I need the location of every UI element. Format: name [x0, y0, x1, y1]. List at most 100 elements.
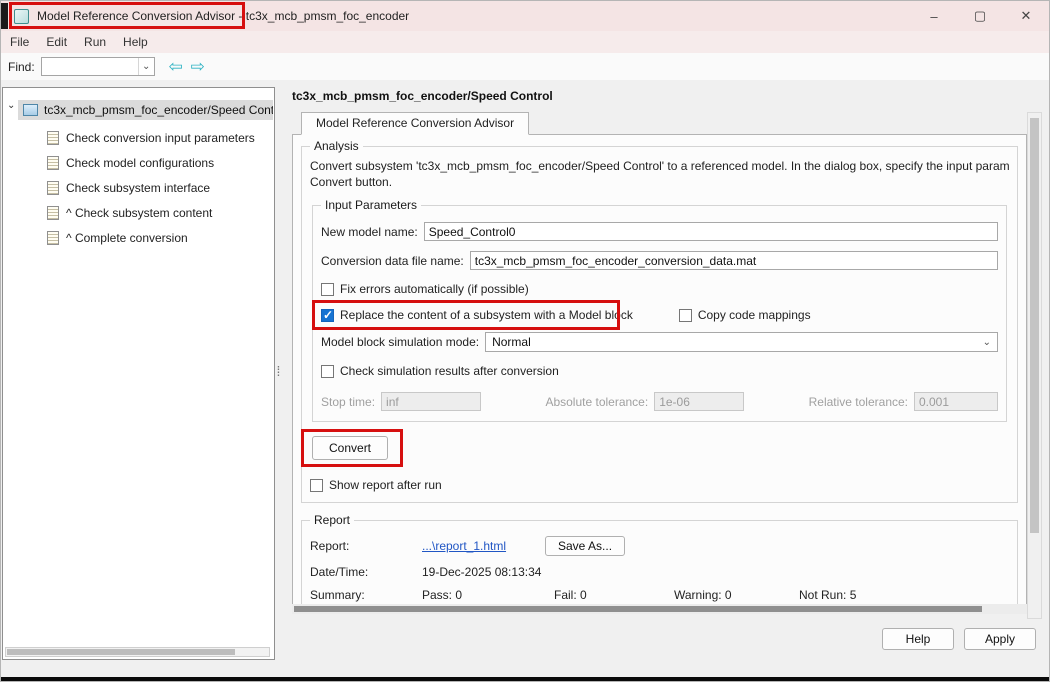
datetime-label: Date/Time: — [310, 565, 422, 579]
panel-splitter[interactable]: ⁞ — [275, 79, 281, 661]
find-label: Find: — [8, 60, 35, 74]
fix-errors-label: Fix errors automatically (if possible) — [340, 282, 529, 296]
tab-model-reference-conversion-advisor[interactable]: Model Reference Conversion Advisor — [301, 112, 529, 135]
chevron-down-icon: ⌄ — [983, 337, 991, 348]
tree-item-check-subsystem-content[interactable]: ^ Check subsystem content — [47, 203, 212, 223]
check-report-icon — [47, 231, 59, 245]
close-button[interactable]: ✕ — [1003, 1, 1049, 31]
arrow-right-icon: ⇨ — [191, 57, 205, 77]
check-report-icon — [47, 131, 59, 145]
replace-content-label: Replace the content of a subsystem with … — [340, 308, 633, 322]
find-input[interactable] — [42, 60, 138, 74]
footer-buttons: Help Apply — [882, 628, 1036, 650]
content-horizontal-scrollbar[interactable] — [292, 604, 1027, 614]
content-vertical-scrollbar-thumb[interactable] — [1030, 118, 1039, 533]
fix-errors-checkbox[interactable] — [321, 283, 334, 296]
summary-not-run: Not Run: 5 — [799, 588, 856, 602]
report-group-label: Report — [310, 513, 354, 527]
menubar: File Edit Run Help — [1, 31, 1049, 53]
convert-button[interactable]: Convert — [312, 436, 388, 460]
description-line-2: Convert button. — [310, 174, 1009, 190]
tree-expander-icon[interactable]: ⌄ — [7, 101, 15, 111]
check-report-icon — [47, 206, 59, 220]
check-sim-results-checkbox[interactable] — [321, 365, 334, 378]
tree-item-label: ^ Check subsystem content — [66, 206, 212, 220]
menu-file[interactable]: File — [10, 35, 29, 49]
screen-edge-artifact-bottom — [1, 677, 1049, 682]
arrow-left-icon: ⇦ — [169, 57, 183, 77]
summary-fail: Fail: 0 — [554, 588, 674, 602]
save-as-button[interactable]: Save As... — [545, 536, 625, 556]
stop-time-label: Stop time: — [321, 395, 375, 409]
model-icon — [23, 104, 38, 116]
tree-item-check-model-configurations[interactable]: Check model configurations — [47, 153, 214, 173]
show-report-checkbox[interactable] — [310, 479, 323, 492]
check-tree-panel: ⌄ tc3x_mcb_pmsm_foc_encoder/Speed Contro… — [2, 87, 275, 660]
tree-horizontal-scrollbar[interactable] — [5, 647, 270, 657]
new-model-name-field[interactable] — [424, 222, 998, 241]
tree-item-label: Check subsystem interface — [66, 181, 210, 195]
absolute-tolerance-group: Absolute tolerance: — [545, 392, 744, 411]
tree-item-label: Check conversion input parameters — [66, 131, 255, 145]
apply-button[interactable]: Apply — [964, 628, 1036, 650]
analysis-description: Convert subsystem 'tc3x_mcb_pmsm_foc_enc… — [310, 158, 1009, 190]
summary-pass: Pass: 0 — [422, 588, 554, 602]
content-horizontal-scrollbar-thumb[interactable] — [294, 606, 982, 612]
menu-run[interactable]: Run — [84, 35, 106, 49]
screen-edge-artifact-left — [1, 3, 8, 29]
copy-code-mappings-label: Copy code mappings — [698, 308, 811, 322]
window-title: Model Reference Conversion Advisor - tc3… — [37, 9, 409, 23]
report-link[interactable]: ...\report_1.html — [422, 539, 506, 553]
check-report-icon — [47, 156, 59, 170]
tree-horizontal-scrollbar-thumb[interactable] — [7, 649, 235, 655]
menu-edit[interactable]: Edit — [46, 35, 67, 49]
analysis-group: Analysis Convert subsystem 'tc3x_mcb_pms… — [301, 139, 1018, 503]
summary-warning: Warning: 0 — [674, 588, 799, 602]
maximize-button[interactable]: ▢ — [957, 1, 1003, 31]
replace-content-checkbox[interactable] — [321, 309, 334, 322]
page-title: tc3x_mcb_pmsm_foc_encoder/Speed Control — [292, 89, 553, 103]
relative-tolerance-group: Relative tolerance: — [809, 392, 998, 411]
chevron-down-icon[interactable]: ⌄ — [138, 58, 154, 75]
tree-item-check-conversion-input-parameters[interactable]: Check conversion input parameters — [47, 128, 255, 148]
input-parameters-group: Input Parameters New model name: Convers… — [312, 198, 1007, 422]
content-vertical-scrollbar[interactable] — [1027, 112, 1042, 619]
absolute-tolerance-field — [654, 392, 744, 411]
help-button[interactable]: Help — [882, 628, 954, 650]
sim-mode-label: Model block simulation mode: — [321, 335, 479, 349]
advisor-window: Model Reference Conversion Advisor - tc3… — [0, 0, 1050, 682]
conversion-data-file-field[interactable] — [470, 251, 998, 270]
menu-help[interactable]: Help — [123, 35, 148, 49]
minimize-button[interactable]: – — [911, 1, 957, 31]
tree-root-label: tc3x_mcb_pmsm_foc_encoder/Speed Control — [44, 103, 273, 117]
tree-item-complete-conversion[interactable]: ^ Complete conversion — [47, 228, 188, 248]
app-icon — [14, 9, 29, 24]
splitter-handle-icon: ⁞ — [277, 363, 280, 379]
datetime-value: 19-Dec-2025 08:13:34 — [422, 565, 541, 579]
tree-root-item[interactable]: tc3x_mcb_pmsm_foc_encoder/Speed Control — [18, 100, 273, 120]
report-label: Report: — [310, 539, 422, 553]
find-combobox[interactable]: ⌄ — [41, 57, 155, 76]
new-model-name-label: New model name: — [321, 225, 418, 239]
copy-code-mappings-group: Copy code mappings — [679, 308, 811, 322]
findbar: Find: ⌄ ⇦ ⇨ — [1, 53, 1049, 80]
tree-item-label: Check model configurations — [66, 156, 214, 170]
window-controls: – ▢ ✕ — [911, 1, 1049, 31]
description-line-1: Convert subsystem 'tc3x_mcb_pmsm_foc_enc… — [310, 158, 1009, 174]
conversion-data-file-label: Conversion data file name: — [321, 254, 464, 268]
find-previous-button[interactable]: ⇦ — [165, 56, 187, 78]
relative-tolerance-label: Relative tolerance: — [809, 395, 908, 409]
stop-time-group: Stop time: — [321, 392, 481, 411]
absolute-tolerance-label: Absolute tolerance: — [545, 395, 648, 409]
sim-mode-dropdown[interactable]: Normal ⌄ — [485, 332, 998, 352]
find-next-button[interactable]: ⇨ — [187, 56, 209, 78]
titlebar: Model Reference Conversion Advisor - tc3… — [1, 1, 1049, 31]
advisor-tab-content: Analysis Convert subsystem 'tc3x_mcb_pms… — [292, 134, 1027, 612]
check-sim-results-label: Check simulation results after conversio… — [340, 364, 559, 378]
replace-content-group: Replace the content of a subsystem with … — [321, 308, 633, 322]
copy-code-mappings-checkbox[interactable] — [679, 309, 692, 322]
summary-label: Summary: — [310, 588, 422, 602]
stop-time-field — [381, 392, 481, 411]
tree-item-check-subsystem-interface[interactable]: Check subsystem interface — [47, 178, 210, 198]
analysis-group-label: Analysis — [310, 139, 363, 153]
